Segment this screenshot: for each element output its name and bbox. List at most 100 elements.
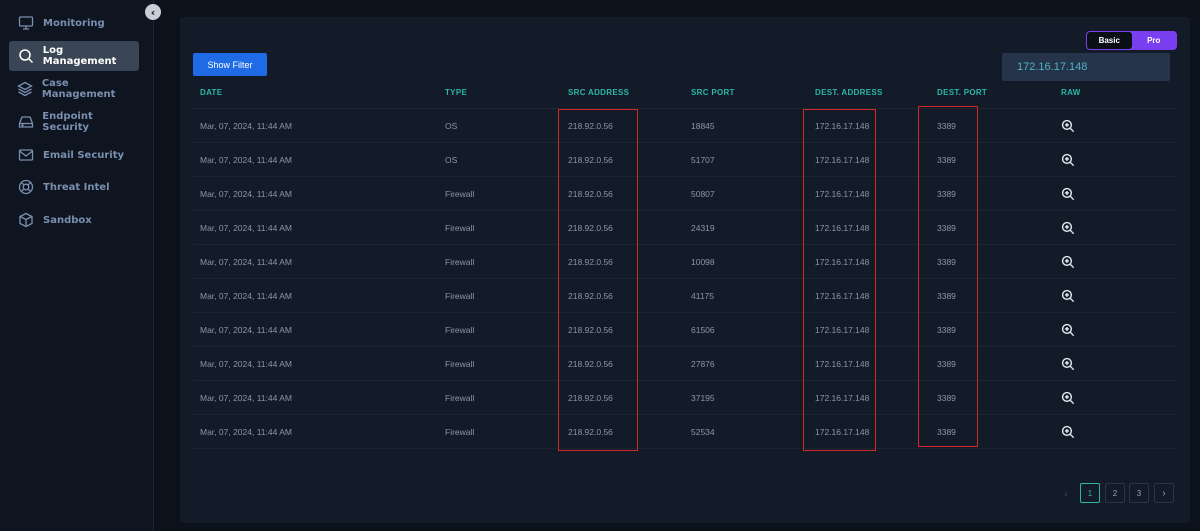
chevron-left-icon[interactable]: ‹ [145,4,161,20]
column-header-raw[interactable]: RAW [1061,88,1081,97]
sidebar-item-log-management[interactable]: Log Management [9,41,139,71]
page-button-1[interactable]: 1 [1080,483,1100,503]
cell-type: Firewall [445,324,475,335]
cell-dest-port: 3389 [937,120,956,131]
cell-dest-port: 3389 [937,154,956,165]
page-button-3[interactable]: 3 [1129,483,1149,503]
lifebuoy-icon [17,178,35,196]
zoom-in-icon[interactable] [1061,255,1075,269]
sidebar-item-email-security[interactable]: Email Security [9,140,139,170]
sidebar-item-label: Log Management [42,45,117,67]
cell-dest-address: 172.16.17.148 [815,426,870,437]
cell-type: OS [445,120,458,131]
cell-date: Mar, 07, 2024, 11:44 AM [200,120,292,131]
cell-type: OS [445,154,458,165]
cell-src-port: 50807 [691,188,715,199]
table-row[interactable]: Mar, 07, 2024, 11:44 AM Firewall 218.92.0.… [193,313,1178,347]
cell-dest-address: 172.16.17.148 [815,222,870,233]
cell-type: Firewall [445,256,475,267]
cell-type: Firewall [445,392,475,403]
cell-dest-port: 3389 [937,188,956,199]
column-header-date[interactable]: DATE [200,88,222,97]
table-row[interactable]: Mar, 07, 2024, 11:44 AM Firewall 218.92.0.… [193,211,1178,245]
search-icon [17,47,35,65]
cell-date: Mar, 07, 2024, 11:44 AM [200,324,292,335]
cell-src-address: 218.92.0.56 [568,154,613,165]
table-row[interactable]: Mar, 07, 2024, 11:44 AM Firewall 218.92.0.… [193,177,1178,211]
cell-src-port: 37195 [691,392,715,403]
sidebar-item-sandbox[interactable]: Sandbox [9,205,139,235]
cell-dest-port: 3389 [937,290,956,301]
zoom-in-icon[interactable] [1061,391,1075,405]
cell-type: Firewall [445,222,475,233]
toggle-option-basic[interactable]: Basic [1087,32,1132,49]
cell-src-port: 18845 [691,120,715,131]
cell-src-port: 24319 [691,222,715,233]
sidebar-item-label: Endpoint Security [42,111,93,133]
table-row[interactable]: Mar, 07, 2024, 11:44 AM Firewall 218.92.0.… [193,245,1178,279]
log-table: DATE TYPE SRC ADDRESS SRC PORT DEST. ADD… [193,76,1178,449]
box-icon [17,211,35,229]
page-button-2[interactable]: 2 [1105,483,1125,503]
sidebar-item-monitoring[interactable]: Monitoring [9,8,139,38]
cell-src-address: 218.92.0.56 [568,324,613,335]
cell-src-address: 218.92.0.56 [568,222,613,233]
column-header-dest-address[interactable]: DEST. ADDRESS [815,88,883,97]
zoom-in-icon[interactable] [1061,357,1075,371]
table-row[interactable]: Mar, 07, 2024, 11:44 AM OS 218.92.0.56 5170… [193,143,1178,177]
mode-toggle[interactable]: Basic Pro [1086,31,1177,50]
column-header-dest-port[interactable]: DEST. PORT [937,88,987,97]
column-header-type[interactable]: TYPE [445,88,467,97]
cell-src-address: 218.92.0.56 [568,426,613,437]
sidebar-item-case-management[interactable]: Case Management [9,74,139,104]
prev-page-button[interactable]: ‹ [1056,484,1076,504]
cell-dest-address: 172.16.17.148 [815,392,870,403]
column-header-src-address[interactable]: SRC ADDRESS [568,88,629,97]
zoom-in-icon[interactable] [1061,289,1075,303]
cell-dest-port: 3389 [937,256,956,267]
cell-dest-address: 172.16.17.148 [815,120,870,131]
cell-date: Mar, 07, 2024, 11:44 AM [200,392,292,403]
zoom-in-icon[interactable] [1061,221,1075,235]
cell-src-address: 218.92.0.56 [568,290,613,301]
cell-dest-address: 172.16.17.148 [815,154,870,165]
cell-src-port: 51707 [691,154,715,165]
table-header: DATE TYPE SRC ADDRESS SRC PORT DEST. ADD… [193,76,1178,109]
log-panel: Basic Pro Show Filter 172.16.17.148 DATE… [180,17,1190,523]
zoom-in-icon[interactable] [1061,153,1075,167]
cell-src-port: 41175 [691,290,715,301]
sidebar-item-label: Sandbox [43,214,92,226]
cell-src-port: 61506 [691,324,715,335]
cell-dest-address: 172.16.17.148 [815,188,870,199]
table-row[interactable]: Mar, 07, 2024, 11:44 AM OS 218.92.0.56 1884… [193,109,1178,143]
cell-src-address: 218.92.0.56 [568,392,613,403]
cell-src-port: 27876 [691,358,715,369]
cell-date: Mar, 07, 2024, 11:44 AM [200,154,292,165]
zoom-in-icon[interactable] [1061,425,1075,439]
cell-src-address: 218.92.0.56 [568,256,613,267]
sidebar-item-label: Monitoring [43,17,105,29]
cell-dest-address: 172.16.17.148 [815,324,870,335]
sidebar-item-threat-intel[interactable]: Threat Intel [9,172,139,202]
cell-date: Mar, 07, 2024, 11:44 AM [200,222,292,233]
toggle-option-pro[interactable]: Pro [1132,32,1177,49]
next-page-button[interactable]: › [1154,483,1174,503]
show-filter-button[interactable]: Show Filter [193,53,267,76]
zoom-in-icon[interactable] [1061,119,1075,133]
table-row[interactable]: Mar, 07, 2024, 11:44 AM Firewall 218.92.0.… [193,279,1178,313]
table-row[interactable]: Mar, 07, 2024, 11:44 AM Firewall 218.92.0.… [193,347,1178,381]
sidebar-item-label: Email Security [43,149,125,161]
sidebar-item-endpoint-security[interactable]: Endpoint Security [9,107,139,137]
cell-type: Firewall [445,358,475,369]
mail-icon [17,146,35,164]
zoom-in-icon[interactable] [1061,187,1075,201]
table-body: Mar, 07, 2024, 11:44 AM OS 218.92.0.56 1884… [193,109,1178,449]
cell-dest-port: 3389 [937,324,956,335]
table-row[interactable]: Mar, 07, 2024, 11:44 AM Firewall 218.92.0.… [193,415,1178,449]
column-header-src-port[interactable]: SRC PORT [691,88,735,97]
cell-date: Mar, 07, 2024, 11:44 AM [200,256,292,267]
cell-type: Firewall [445,290,475,301]
cell-dest-port: 3389 [937,222,956,233]
table-row[interactable]: Mar, 07, 2024, 11:44 AM Firewall 218.92.0.… [193,381,1178,415]
zoom-in-icon[interactable] [1061,323,1075,337]
